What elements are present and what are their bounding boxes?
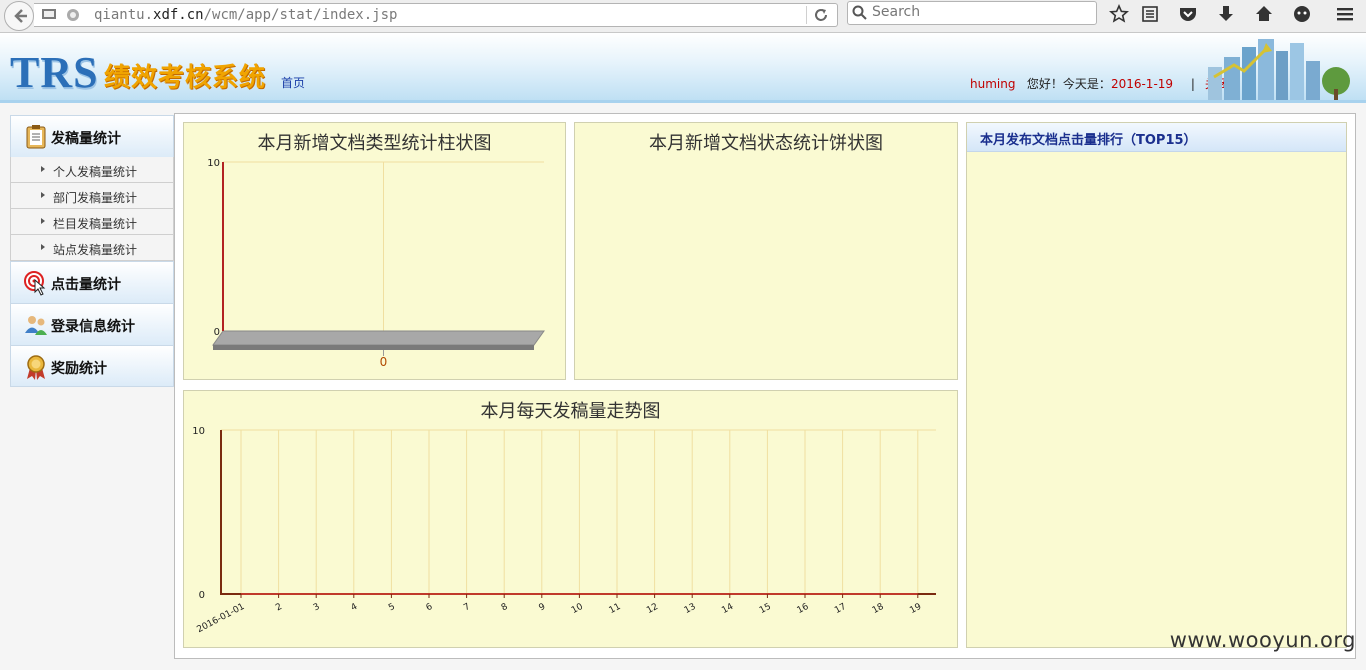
pie-chart-title: 本月新增文档状态统计饼状图 — [649, 133, 883, 154]
x-tick-label: 18 — [871, 602, 886, 616]
sidebar-section-title: 登录信息统计 — [51, 319, 135, 335]
bullet-arrow-icon — [41, 166, 45, 172]
pie-chart-panel: 本月新增文档状态统计饼状图 — [574, 122, 958, 380]
chart-floor — [212, 330, 545, 346]
x-tick-label: 15 — [758, 602, 773, 616]
ranking-header: 本月发布文档点击量排行（TOP15） — [967, 123, 1346, 152]
chat-icon[interactable] — [1292, 4, 1312, 24]
username: huming — [970, 77, 1016, 91]
url-separator — [806, 6, 807, 24]
x-tick-label: 0 — [380, 355, 388, 369]
bullet-arrow-icon — [41, 244, 45, 250]
home-icon[interactable] — [1254, 4, 1274, 24]
x-tick-label: 2 — [274, 602, 284, 614]
x-tick-label: 7 — [462, 602, 472, 614]
x-tick-label: 16 — [796, 602, 811, 616]
sidebar-item-site[interactable]: 站点发稿量统计 — [10, 235, 174, 261]
url-text: qiantu.xdf.cn/wcm/app/stat/index.jsp — [94, 7, 397, 23]
sidebar-section-title: 发稿量统计 — [51, 131, 121, 147]
pocket-icon[interactable] — [1178, 4, 1198, 24]
y-tick-label: 0 — [199, 590, 205, 601]
home-link[interactable]: 首页 — [281, 74, 305, 91]
medal-icon — [27, 355, 45, 380]
target-click-icon — [24, 271, 46, 296]
url-bar[interactable]: qiantu.xdf.cn/wcm/app/stat/index.jsp — [34, 3, 838, 27]
watermark: www.wooyun.org — [1169, 628, 1356, 652]
ranking-title: 本月发布文档点击量排行（TOP15） — [980, 133, 1197, 148]
bar-chart-panel: 本月新增文档类型统计柱状图 10 0 0 — [183, 122, 566, 380]
sidebar-item-label: 部门发稿量统计 — [53, 191, 138, 205]
sidebar-section-clicks[interactable]: 点击量统计 — [10, 261, 174, 303]
chart-floor-edge — [213, 345, 534, 350]
sidebar-section-title: 点击量统计 — [51, 277, 121, 293]
x-tick-label: 9 — [537, 602, 547, 614]
greeting-text: 您好！今天是： — [1026, 77, 1111, 91]
x-tick-label: 14 — [720, 602, 735, 616]
sidebar-section-title: 奖励统计 — [51, 361, 107, 377]
clipboard-icon — [26, 125, 46, 149]
sidebar-item-personal[interactable]: 个人发稿量统计 — [10, 157, 174, 183]
x-tick-label: 4 — [349, 602, 359, 614]
search-box[interactable]: Search — [847, 1, 1097, 25]
x-tick-label: 19 — [908, 602, 923, 616]
sidebar-item-label: 站点发稿量统计 — [53, 243, 138, 257]
x-tick-label: 13 — [683, 602, 698, 616]
page-icon — [42, 9, 56, 19]
logo-trs: TRS — [10, 48, 99, 97]
sidebar-item-column[interactable]: 栏目发稿量统计 — [10, 209, 174, 235]
x-tick-label: 11 — [608, 602, 623, 616]
x-tick-label: 5 — [387, 602, 397, 614]
url-domain: xdf.cn — [153, 7, 204, 23]
sidebar-section-login[interactable]: 登录信息统计 — [10, 303, 174, 345]
x-tick-label: 2016-01-01 — [196, 602, 247, 635]
download-icon[interactable] — [1216, 4, 1236, 24]
bullet-arrow-icon — [41, 218, 45, 224]
x-tick-label: 12 — [645, 602, 660, 616]
x-tick-label: 17 — [833, 602, 848, 616]
sidebar-item-label: 个人发稿量统计 — [53, 165, 138, 179]
city-skyline-icon — [1208, 39, 1350, 100]
search-icon — [852, 5, 867, 20]
x-tick-label: 6 — [425, 602, 435, 614]
x-tick-label: 3 — [312, 602, 322, 614]
x-tick-label: 10 — [570, 602, 585, 616]
sidebar-item-label: 栏目发稿量统计 — [53, 217, 138, 231]
sidebar: 发稿量统计 个人发稿量统计 部门发稿量统计 栏目发稿量统计 站点发稿量统计 点击… — [10, 115, 174, 387]
main-panel: 本月新增文档类型统计柱状图 10 0 0 本月新增文档状态统计饼状图 本月每天发稿量… — [174, 113, 1356, 659]
y-tick-label: 0 — [214, 327, 220, 338]
sidebar-section-rewards[interactable]: 奖励统计 — [10, 345, 174, 387]
logo-system-name: 绩效考核系统 — [104, 63, 267, 93]
url-path: /wcm/app/stat/index.jsp — [203, 7, 398, 23]
x-tick-label: 8 — [500, 602, 510, 614]
app-header: TRS 绩效考核系统 首页 huming 您好！今天是：2016-1-19 |关… — [0, 33, 1366, 103]
trend-chart-panel: 本月每天发稿量走势图 10 0 2016-01-01 2 3 4 5 6 7 8 9 10 11 12 13… — [183, 390, 958, 648]
current-date: 2016-1-19 — [1110, 77, 1174, 91]
back-button[interactable] — [4, 1, 34, 31]
bar-chart: 10 0 0 — [207, 158, 545, 369]
content-area: 发稿量统计 个人发稿量统计 部门发稿量统计 栏目发稿量统计 站点发稿量统计 点击… — [0, 103, 1366, 670]
menu-icon[interactable] — [1335, 4, 1355, 24]
y-tick-label: 10 — [192, 426, 205, 437]
top15-ranking-panel: 本月发布文档点击量排行（TOP15） — [966, 122, 1347, 648]
reload-icon[interactable] — [813, 7, 829, 23]
back-arrow-icon — [14, 9, 27, 23]
browser-toolbar: qiantu.xdf.cn/wcm/app/stat/index.jsp Sea… — [0, 0, 1366, 33]
sidebar-item-department[interactable]: 部门发稿量统计 — [10, 183, 174, 209]
y-tick-label: 10 — [207, 158, 220, 169]
bookmark-star-icon[interactable] — [1109, 4, 1129, 24]
users-icon — [25, 316, 47, 335]
trend-chart: 10 02016-01-01 2 3 4 5 6 7 8 9 10 11 12 13 14 15 16 17 18 1… — [192, 426, 936, 635]
url-prefix: qiantu. — [94, 7, 154, 23]
globe-icon — [67, 9, 79, 21]
reading-list-icon[interactable] — [1140, 4, 1160, 24]
bullet-arrow-icon — [41, 192, 45, 198]
search-input[interactable]: Search — [872, 4, 920, 20]
sidebar-section-articles[interactable]: 发稿量统计 — [10, 115, 174, 157]
